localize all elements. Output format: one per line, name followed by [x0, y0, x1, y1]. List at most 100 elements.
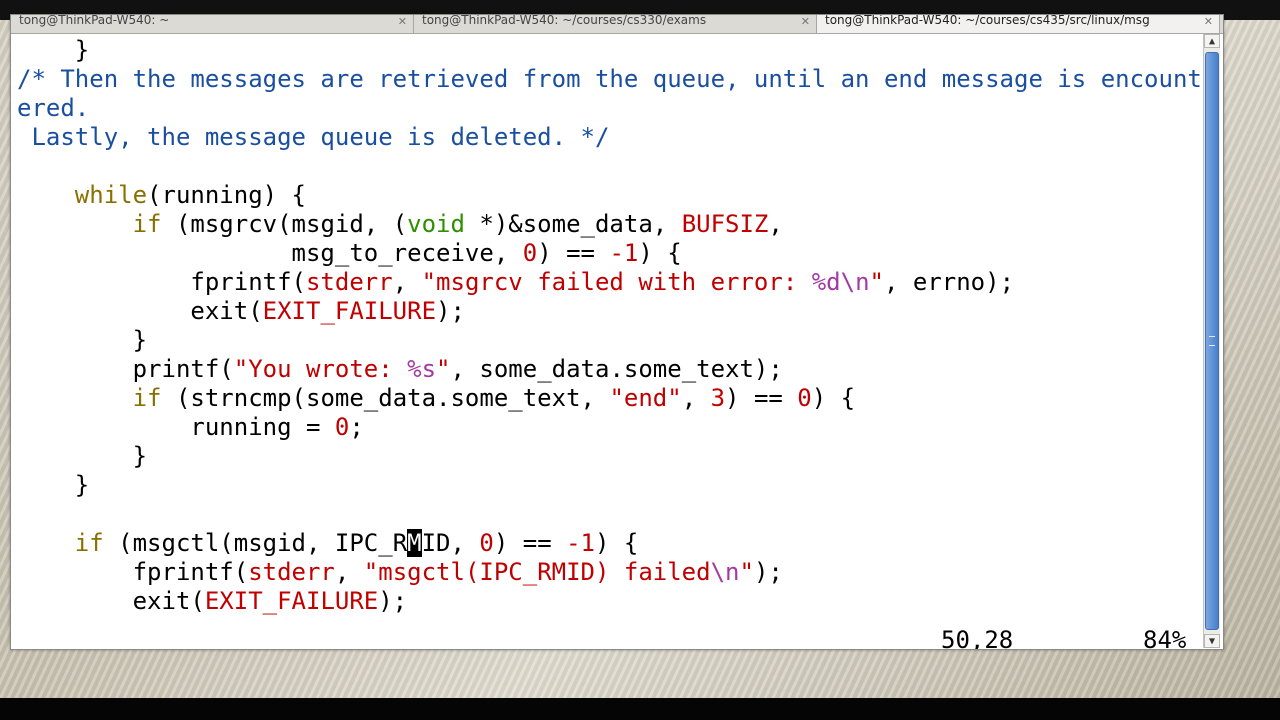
- code-token: (strncmp(some_data.some_text,: [161, 384, 610, 412]
- code-token: );: [436, 297, 465, 325]
- code-token: while: [74, 181, 148, 209]
- code-token: fprintf(: [17, 268, 306, 296]
- code-token: ) ==: [493, 529, 567, 557]
- code-token: *)&some_data,: [464, 210, 682, 238]
- code-token: ;: [349, 413, 364, 441]
- grip-icon: [1209, 336, 1215, 346]
- code-token: ,: [681, 384, 711, 412]
- terminal-window: tong@ThinkPad-W540: ~ ✕ tong@ThinkPad-W5…: [10, 14, 1224, 650]
- code-token: 0: [334, 413, 350, 441]
- code-line: }: [17, 471, 89, 500]
- code-token: );: [753, 558, 783, 586]
- code-line: /* Then the messages are retrieved from …: [17, 65, 1202, 94]
- code-token: 0: [797, 384, 812, 412]
- code-token: , some_data.some_text);: [450, 355, 783, 383]
- code-token: EXIT_FAILURE: [204, 587, 379, 615]
- code-token: );: [378, 587, 408, 615]
- scroll-up-icon[interactable]: ▲: [1204, 34, 1220, 48]
- code-line: }: [17, 326, 147, 355]
- code-token: %d\n: [811, 268, 870, 296]
- code-line: exit(EXIT_FAILURE);: [17, 297, 465, 326]
- code-line: if (msgrcv(msgid, (void *)&some_data, BU…: [17, 210, 783, 239]
- code-token: ": [869, 268, 884, 296]
- close-icon[interactable]: ✕: [1204, 16, 1213, 28]
- code-token: "end": [609, 384, 682, 412]
- code-line: printf("You wrote: %s", some_data.some_t…: [17, 355, 783, 384]
- code-token: if: [132, 384, 162, 412]
- close-icon[interactable]: ✕: [398, 16, 407, 28]
- code-token: stderr: [248, 558, 335, 586]
- code-token: ) {: [638, 239, 682, 267]
- tab-exams[interactable]: tong@ThinkPad-W540: ~/courses/cs330/exam…: [414, 15, 817, 33]
- code-token: printf(: [17, 355, 234, 383]
- code-token: (msgctl(msgid, IPC_R: [103, 529, 408, 557]
- code-token: 0: [522, 239, 538, 267]
- tab-label: tong@ThinkPad-W540: ~: [19, 15, 170, 27]
- code-line: msg_to_receive, 0) == -1) {: [17, 239, 682, 268]
- code-token: ": [436, 355, 451, 383]
- code-token: %s: [407, 355, 437, 383]
- code-token: "msgctl(IPC_RMID) failed: [363, 558, 711, 586]
- code-token: \n: [710, 558, 740, 586]
- code-token: "msgrcv failed with error:: [421, 268, 812, 296]
- close-icon[interactable]: ✕: [801, 16, 810, 28]
- code-token: ": [739, 558, 754, 586]
- code-token: exit(: [17, 587, 205, 615]
- cursor-position: 50,28: [941, 626, 1014, 650]
- bottom-panel: [0, 698, 1280, 720]
- code-token: }: [17, 36, 90, 64]
- text-cursor: M: [407, 529, 422, 557]
- code-token: ) ==: [537, 239, 610, 267]
- tab-label: tong@ThinkPad-W540: ~/courses/cs330/exam…: [422, 15, 707, 27]
- code-token: (running) {: [147, 181, 306, 209]
- tab-msg[interactable]: tong@ThinkPad-W540: ~/courses/cs435/src/…: [817, 15, 1220, 33]
- tab-home[interactable]: tong@ThinkPad-W540: ~ ✕: [11, 15, 414, 33]
- code-token: ) ==: [725, 384, 798, 412]
- code-token: msg_to_receive,: [17, 239, 523, 267]
- code-token: }: [17, 471, 90, 499]
- code-token: }: [17, 326, 148, 354]
- vim-editor[interactable]: 50,28 84% }/* Then the messages are retr…: [15, 34, 1203, 649]
- code-token: ered.: [17, 94, 90, 122]
- code-line: if (strncmp(some_data.some_text, "end", …: [17, 384, 856, 413]
- code-token: 3: [710, 384, 726, 412]
- code-token: (msgrcv(msgid, (: [161, 210, 408, 238]
- code-token: stderr: [305, 268, 393, 296]
- code-token: , errno);: [883, 268, 1015, 296]
- code-line: exit(EXIT_FAILURE);: [17, 587, 408, 616]
- vertical-scrollbar[interactable]: ▲ ▼: [1203, 34, 1220, 648]
- code-token: -1: [609, 239, 639, 267]
- code-token: EXIT_FAILURE: [262, 297, 437, 325]
- scroll-thumb[interactable]: [1205, 52, 1219, 630]
- code-line: }: [17, 442, 147, 471]
- tab-label: tong@ThinkPad-W540: ~/courses/cs435/src/…: [825, 15, 1150, 27]
- code-token: ID,: [421, 529, 480, 557]
- code-token: BUFSIZ: [681, 210, 769, 238]
- scroll-percent: 84%: [1143, 626, 1187, 650]
- code-token: void: [407, 210, 465, 238]
- code-line: }: [17, 36, 89, 65]
- code-token: ,: [768, 210, 783, 238]
- tab-bar: tong@ThinkPad-W540: ~ ✕ tong@ThinkPad-W5…: [11, 15, 1223, 34]
- code-line: ered.: [17, 94, 89, 123]
- code-line: fprintf(stderr, "msgctl(IPC_RMID) failed…: [17, 558, 783, 587]
- code-token: "You wrote:: [233, 355, 408, 383]
- code-token: ,: [392, 268, 422, 296]
- code-token: fprintf(: [17, 558, 249, 586]
- code-token: ) {: [595, 529, 639, 557]
- code-token: }: [17, 442, 148, 470]
- scroll-down-icon[interactable]: ▼: [1204, 634, 1220, 648]
- code-token: ) {: [811, 384, 856, 412]
- code-line: if (msgctl(msgid, IPC_RMID, 0) == -1) {: [17, 529, 638, 558]
- code-line: while(running) {: [17, 181, 306, 210]
- code-token: /* Then the messages are retrieved from …: [17, 65, 1202, 93]
- code-token: if: [74, 529, 104, 557]
- code-token: Lastly, the message queue is deleted. */: [17, 123, 610, 151]
- code-line: Lastly, the message queue is deleted. */: [17, 123, 609, 152]
- code-token: ,: [334, 558, 364, 586]
- code-token: -1: [566, 529, 595, 557]
- code-token: exit(: [17, 297, 263, 325]
